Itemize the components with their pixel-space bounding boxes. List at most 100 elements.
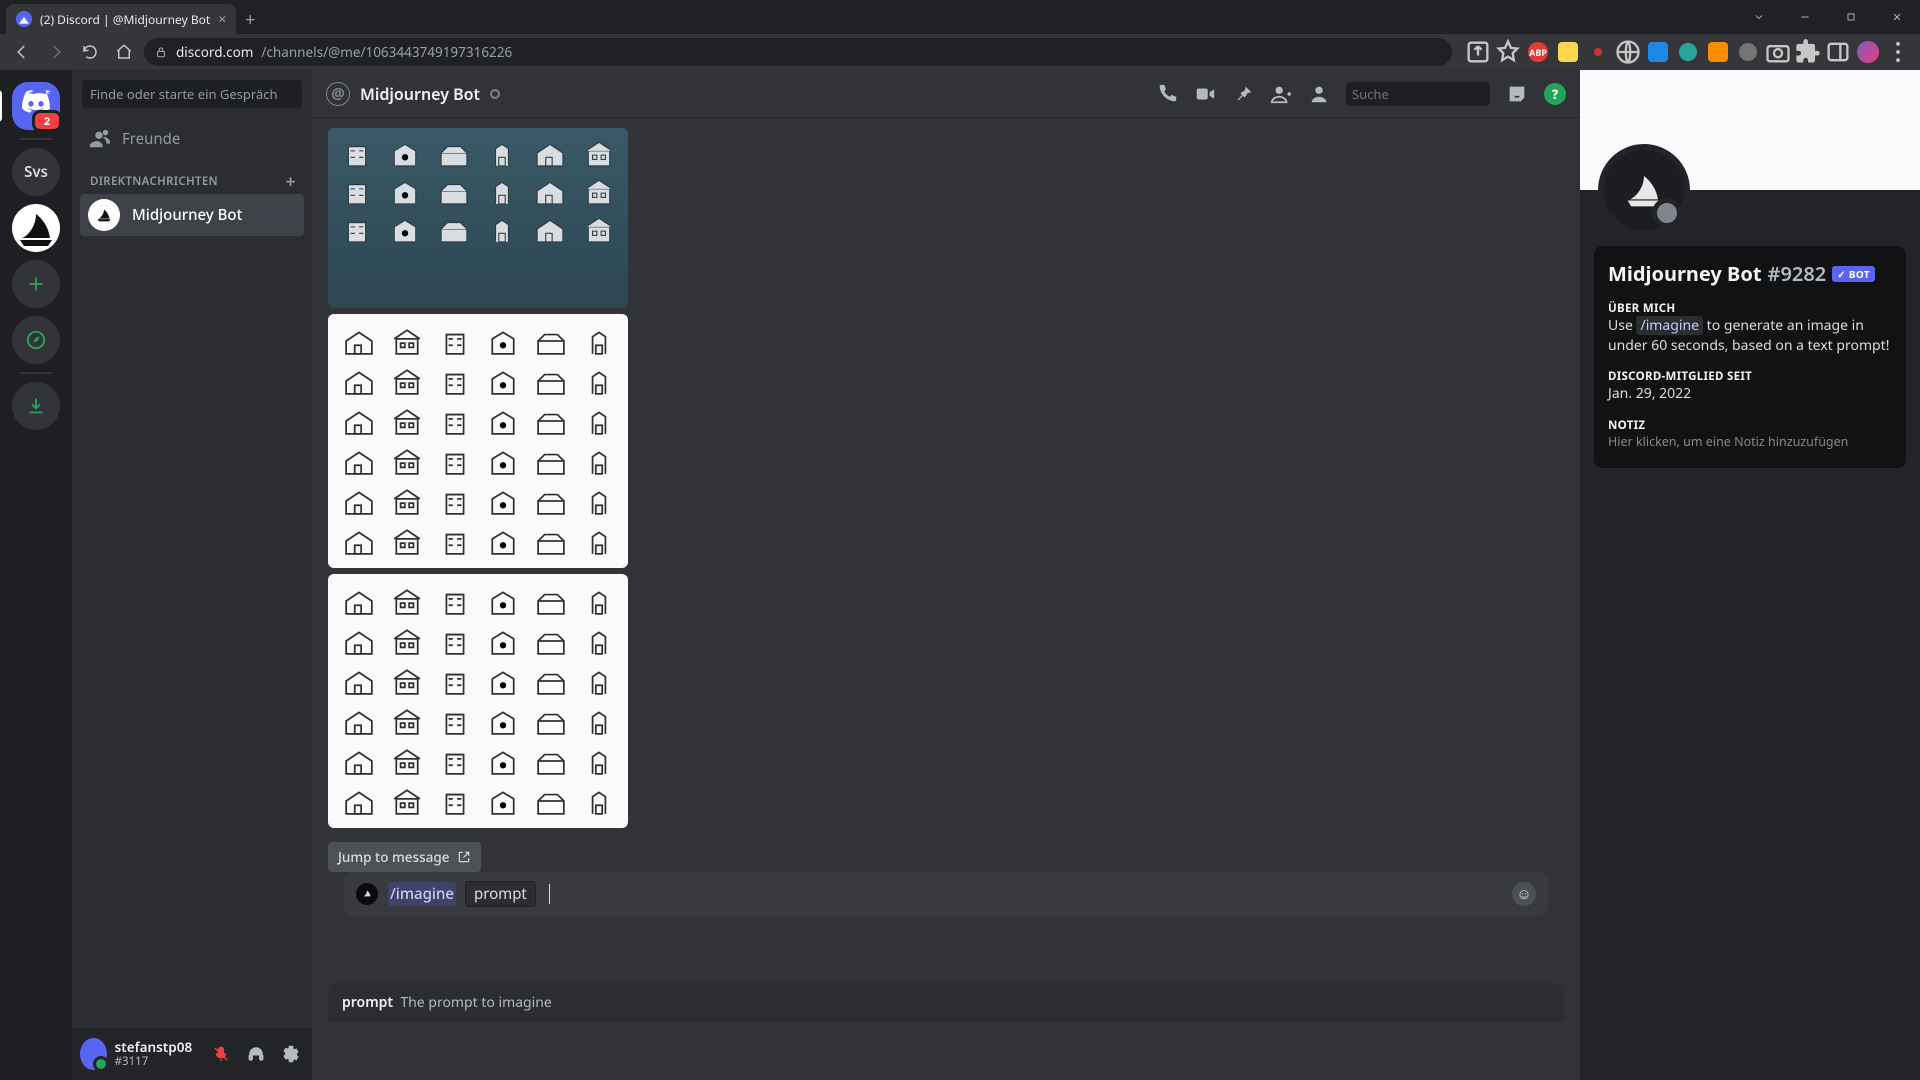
bookmark-star-icon[interactable] bbox=[1494, 38, 1522, 66]
building-icon bbox=[340, 586, 378, 616]
help-button[interactable]: ? bbox=[1544, 83, 1566, 105]
building-icon bbox=[388, 746, 426, 776]
building-icon bbox=[532, 486, 570, 516]
window-minimize-button[interactable] bbox=[1782, 0, 1828, 34]
nav-forward-button[interactable] bbox=[42, 38, 70, 66]
mute-mic-button[interactable] bbox=[208, 1038, 235, 1070]
extension-blue[interactable] bbox=[1644, 38, 1672, 66]
guild-download[interactable] bbox=[12, 382, 60, 430]
extension-camera[interactable] bbox=[1764, 38, 1792, 66]
building-icon bbox=[580, 526, 618, 556]
self-avatar[interactable] bbox=[80, 1038, 107, 1070]
building-icon bbox=[340, 706, 378, 736]
building-icon bbox=[436, 326, 474, 356]
building-icon bbox=[340, 486, 378, 516]
window-maximize-button[interactable] bbox=[1828, 0, 1874, 34]
guild-explore[interactable] bbox=[12, 316, 60, 364]
message-composer[interactable]: /imagine prompt ☺ bbox=[344, 872, 1548, 916]
nav-reload-button[interactable] bbox=[76, 38, 104, 66]
kebab-menu-icon[interactable] bbox=[1884, 38, 1912, 66]
generated-image-3[interactable] bbox=[328, 574, 628, 828]
extension-globe[interactable] bbox=[1614, 38, 1642, 66]
share-icon[interactable] bbox=[1464, 38, 1492, 66]
show-profile-button[interactable] bbox=[1308, 83, 1330, 105]
profile-name: Midjourney Bot bbox=[1608, 260, 1762, 287]
guild-server-svs[interactable]: Svs bbox=[12, 148, 60, 196]
building-icon bbox=[340, 406, 378, 436]
tab-close-icon[interactable]: × bbox=[218, 10, 226, 29]
video-call-button[interactable] bbox=[1194, 83, 1216, 105]
note-title: NOTIZ bbox=[1608, 418, 1892, 433]
deafen-button[interactable] bbox=[243, 1038, 270, 1070]
emoji-button[interactable]: ☺ bbox=[1512, 882, 1536, 906]
extension-yellow[interactable] bbox=[1554, 38, 1582, 66]
jump-to-message-button[interactable]: Jump to message bbox=[328, 842, 481, 872]
guild-add-server[interactable] bbox=[12, 260, 60, 308]
building-icon bbox=[338, 176, 376, 206]
building-icon bbox=[386, 138, 424, 168]
generated-image-1[interactable] bbox=[328, 128, 628, 308]
pinned-button[interactable] bbox=[1232, 83, 1254, 105]
building-icon bbox=[580, 486, 618, 516]
browser-tab[interactable]: (2) Discord | @Midjourney Bot × bbox=[6, 4, 236, 34]
guild-separator bbox=[20, 372, 52, 374]
note-input[interactable]: Hier klicken, um eine Notiz hinzuzufügen bbox=[1608, 433, 1892, 450]
profile-avatar-icon[interactable] bbox=[1854, 38, 1882, 66]
building-icon bbox=[436, 746, 474, 776]
building-icon bbox=[436, 586, 474, 616]
building-icon bbox=[532, 706, 570, 736]
user-panel: stefanstp08 #3117 bbox=[72, 1028, 312, 1080]
address-bar[interactable]: discord.com/channels/@me/106344374919731… bbox=[144, 38, 1452, 66]
inbox-button[interactable] bbox=[1506, 83, 1528, 105]
extension-red-dot[interactable] bbox=[1584, 38, 1612, 66]
tab-title: (2) Discord | @Midjourney Bot bbox=[40, 11, 210, 28]
download-icon bbox=[25, 395, 47, 417]
message-search[interactable] bbox=[1346, 82, 1490, 106]
building-icon bbox=[483, 176, 521, 206]
generated-image-2[interactable] bbox=[328, 314, 628, 568]
compass-icon bbox=[25, 329, 47, 351]
side-panel-icon[interactable] bbox=[1824, 38, 1852, 66]
building-icon bbox=[484, 526, 522, 556]
building-icon bbox=[484, 366, 522, 396]
building-icon bbox=[435, 138, 473, 168]
building-icon bbox=[388, 486, 426, 516]
nav-home-button[interactable] bbox=[110, 38, 138, 66]
building-icon bbox=[531, 138, 569, 168]
building-icon bbox=[580, 176, 618, 206]
dm-create-icon[interactable]: + bbox=[285, 175, 296, 189]
building-icon bbox=[484, 486, 522, 516]
extension-abp[interactable]: ABP bbox=[1524, 38, 1552, 66]
building-icon bbox=[338, 214, 376, 244]
window-close-button[interactable] bbox=[1874, 0, 1920, 34]
building-icon bbox=[580, 626, 618, 656]
extensions-puzzle-icon[interactable] bbox=[1794, 38, 1822, 66]
building-icon bbox=[340, 626, 378, 656]
building-icon bbox=[532, 746, 570, 776]
dm-item-midjourney[interactable]: Midjourney Bot bbox=[80, 194, 304, 236]
dm-search-input[interactable]: Finde oder starte ein Gespräch bbox=[82, 80, 302, 108]
new-tab-button[interactable]: + bbox=[236, 6, 264, 34]
building-icon bbox=[436, 446, 474, 476]
extension-teal[interactable] bbox=[1674, 38, 1702, 66]
add-friend-button[interactable] bbox=[1270, 83, 1292, 105]
profile-avatar[interactable] bbox=[1598, 144, 1690, 236]
building-icon bbox=[340, 326, 378, 356]
building-icon bbox=[580, 786, 618, 816]
extension-orange[interactable] bbox=[1704, 38, 1732, 66]
nav-back-button[interactable] bbox=[8, 38, 36, 66]
chevron-down-icon[interactable] bbox=[1736, 0, 1782, 34]
extension-gray[interactable] bbox=[1734, 38, 1762, 66]
voice-call-button[interactable] bbox=[1156, 83, 1178, 105]
building-icon bbox=[436, 626, 474, 656]
guild-server-midjourney[interactable] bbox=[12, 204, 60, 252]
building-icon bbox=[436, 706, 474, 736]
sidebar-item-friends[interactable]: Freunde bbox=[80, 118, 304, 160]
building-icon bbox=[388, 586, 426, 616]
building-icon bbox=[388, 786, 426, 816]
building-icon bbox=[484, 666, 522, 696]
user-settings-button[interactable] bbox=[277, 1038, 304, 1070]
self-tag: #3117 bbox=[115, 1055, 193, 1068]
guild-home[interactable]: 2 bbox=[12, 82, 60, 130]
building-icon bbox=[580, 746, 618, 776]
